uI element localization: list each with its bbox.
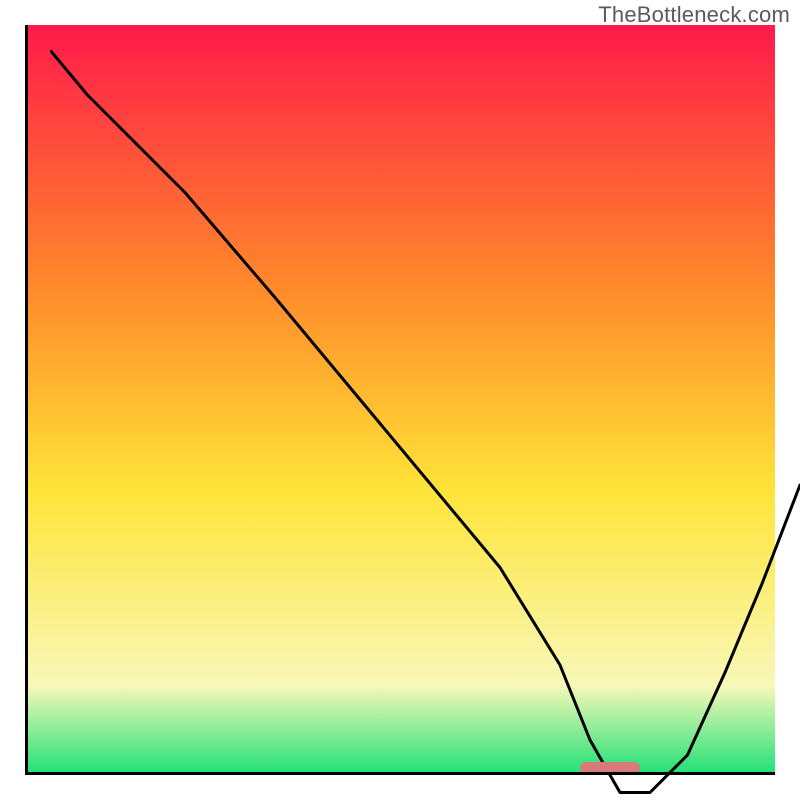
chart-canvas: TheBottleneck.com [0, 0, 800, 800]
bottleneck-curve [50, 50, 800, 800]
x-axis [25, 772, 775, 775]
y-axis [25, 25, 28, 775]
plot-area [25, 25, 775, 775]
